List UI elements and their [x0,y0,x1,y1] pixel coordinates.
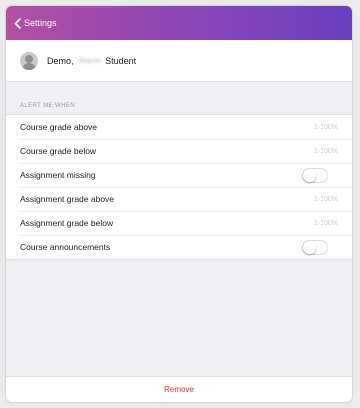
navigation-bar: Settings [6,6,352,40]
threshold-value[interactable]: 1-100% [314,220,338,227]
footer-bar: Remove [6,376,352,402]
assignment-missing-row: Assignment missing [6,163,352,187]
row-label: Course grade below [20,146,97,156]
section-header: ALERT ME WHEN [20,103,75,109]
row-label: Assignment grade above [20,194,115,204]
app-window: Settings Demo, Jeanie Student ALERT ME W… [6,6,352,402]
threshold-value[interactable]: 1-100% [314,196,338,203]
remove-button[interactable]: Remove [164,385,194,394]
student-row: Demo, Jeanie Student [6,40,352,82]
back-button-label: Settings [24,18,57,28]
student-name-redacted: Jeanie [77,56,102,65]
row-label: Assignment missing [20,170,96,180]
assignment-grade-above-row[interactable]: Assignment grade above 1-100% [6,187,352,211]
assignment-missing-toggle[interactable] [302,167,328,183]
threshold-value[interactable]: 1-100% [314,124,338,131]
row-label: Course grade above [20,122,98,132]
course-announcements-toggle[interactable] [302,239,328,255]
row-label: Course announcements [20,242,111,252]
course-grade-below-row[interactable]: Course grade below 1-100% [6,139,352,163]
assignment-grade-below-row[interactable]: Assignment grade below 1-100% [6,211,352,235]
course-announcements-row: Course announcements [6,235,352,259]
back-button[interactable]: Settings [14,17,57,29]
person-icon [20,51,38,70]
threshold-value[interactable]: 1-100% [314,148,338,155]
chevron-left-icon [14,17,21,29]
student-name: Demo, Jeanie Student [47,56,136,66]
row-label: Assignment grade below [20,218,114,228]
course-grade-above-row[interactable]: Course grade above 1-100% [6,115,352,139]
student-name-prefix: Demo, [47,55,74,66]
student-name-suffix: Student [105,55,137,66]
alert-settings-list: Course grade above 1-100% Course grade b… [6,114,352,260]
